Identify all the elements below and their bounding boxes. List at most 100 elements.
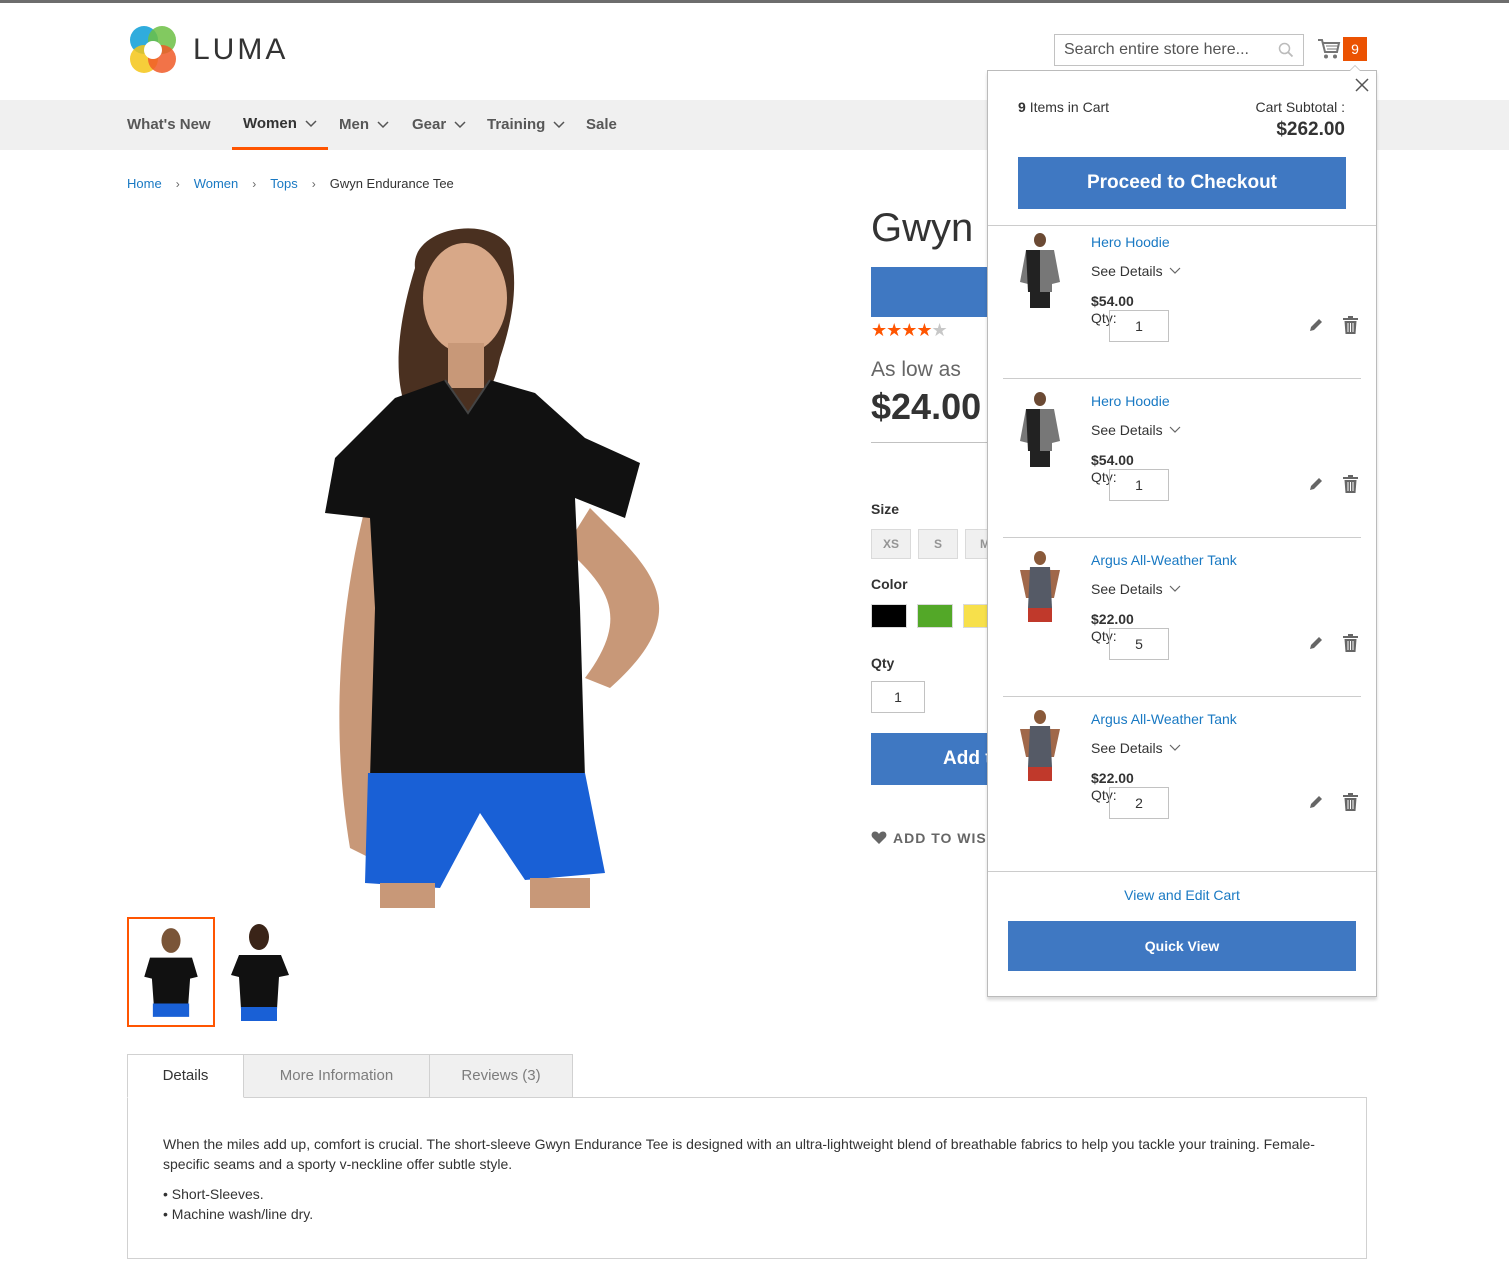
size-option-s[interactable]: S — [918, 529, 958, 559]
color-label: Color — [871, 576, 908, 592]
quick-view-button[interactable]: Quick View — [1008, 921, 1356, 971]
cart-item-qty-input[interactable]: 2 — [1109, 787, 1169, 819]
breadcrumb-home[interactable]: Home — [127, 176, 162, 191]
product-thumbnail[interactable] — [1012, 230, 1068, 310]
chevron-down-icon — [1169, 426, 1181, 433]
nav-item-gear[interactable]: Gear — [412, 100, 466, 150]
see-details-label: See Details — [1091, 263, 1163, 279]
minicart-item-count: 9 Items in Cart — [1018, 99, 1109, 115]
divider — [871, 442, 991, 443]
chevron-down-icon — [305, 119, 317, 127]
search-box[interactable] — [1054, 34, 1304, 66]
add-to-wishlist-link[interactable]: ADD TO WISH LIST — [871, 830, 989, 846]
chevron-down-icon — [1169, 267, 1181, 274]
nav-item-training[interactable]: Training — [487, 100, 565, 150]
cart-item-name[interactable]: Argus All-Weather Tank — [1091, 552, 1237, 568]
cart-count-badge[interactable]: 9 — [1343, 37, 1367, 61]
nav-label: Men — [339, 116, 369, 133]
search-icon[interactable] — [1278, 42, 1294, 58]
subtotal-value: $262.00 — [1276, 119, 1345, 140]
cart-item: Argus All-Weather Tank See Details $22.0… — [1003, 538, 1361, 697]
product-thumbnail[interactable] — [1012, 548, 1068, 628]
see-details-toggle[interactable]: See Details — [1091, 422, 1181, 438]
breadcrumb: Home › Women › Tops › Gwyn Endurance Tee — [127, 176, 454, 191]
tab-panel-details: When the miles add up, comfort is crucia… — [127, 1097, 1367, 1259]
cart-item-price: $54.00 — [1091, 452, 1134, 468]
wishlist-label: ADD TO WISH LIST — [893, 830, 989, 846]
luma-logo[interactable]: LUMA — [127, 24, 288, 76]
see-details-label: See Details — [1091, 581, 1163, 597]
thumbnail-image — [144, 928, 198, 1017]
see-details-label: See Details — [1091, 740, 1163, 756]
tab-details[interactable]: Details — [127, 1054, 244, 1098]
cart-item-qty-input[interactable]: 5 — [1109, 628, 1169, 660]
qty-input[interactable]: 1 — [871, 681, 925, 713]
thumbnail-back[interactable] — [215, 917, 303, 1027]
product-price: $24.00 — [871, 386, 982, 427]
tab-more-information[interactable]: More Information — [243, 1054, 430, 1098]
view-and-edit-cart-link[interactable]: View and Edit Cart — [988, 887, 1376, 903]
nav-label: Sale — [586, 116, 617, 133]
tab-reviews[interactable]: Reviews (3) — [429, 1054, 573, 1098]
chevron-down-icon — [1169, 585, 1181, 592]
chevron-right-icon: › — [311, 176, 316, 191]
chevron-down-icon — [377, 121, 389, 129]
nav-item-women[interactable]: Women — [232, 100, 328, 150]
see-details-toggle[interactable]: See Details — [1091, 740, 1181, 756]
cart-item-qty-input[interactable]: 1 — [1109, 469, 1169, 501]
count-label: Items in Cart — [1029, 99, 1110, 115]
product-thumbnail[interactable] — [1012, 389, 1068, 469]
pencil-icon[interactable] — [1308, 635, 1324, 651]
feature-item: Short-Sleeves. — [163, 1184, 1331, 1204]
proceed-to-checkout-button[interactable]: Proceed to Checkout — [1018, 157, 1346, 209]
nav-item-whats-new[interactable]: What's New — [127, 100, 211, 150]
breadcrumb-tops[interactable]: Tops — [270, 176, 297, 191]
heart-icon — [871, 831, 887, 844]
cart-item-name[interactable]: Hero Hoodie — [1091, 234, 1170, 250]
qty-label: Qty — [871, 655, 895, 671]
nav-label: Gear — [412, 116, 447, 133]
brand-name: LUMA — [193, 33, 289, 66]
see-details-toggle[interactable]: See Details — [1091, 581, 1181, 597]
close-icon[interactable] — [1353, 76, 1371, 94]
trash-icon[interactable] — [1343, 793, 1358, 811]
pencil-icon[interactable] — [1308, 794, 1324, 810]
top-border — [0, 0, 1509, 3]
thumbnail-front[interactable] — [127, 917, 215, 1027]
cart-item: Hero Hoodie See Details $54.00 Qty: 1 — [1003, 379, 1361, 538]
cart-item-price: $54.00 — [1091, 293, 1134, 309]
cart-item-name[interactable]: Argus All-Weather Tank — [1091, 711, 1237, 727]
nav-item-men[interactable]: Men — [339, 100, 389, 150]
color-option-green[interactable] — [917, 604, 953, 628]
cart-icon[interactable] — [1317, 38, 1341, 60]
nav-label: Women — [243, 114, 297, 132]
nav-label: Training — [487, 116, 546, 133]
breadcrumb-current: Gwyn Endurance Tee — [329, 176, 454, 191]
trash-icon[interactable] — [1343, 316, 1358, 334]
see-details-toggle[interactable]: See Details — [1091, 263, 1181, 279]
breadcrumb-women[interactable]: Women — [194, 176, 239, 191]
add-to-cart-button[interactable]: Add to Cart — [871, 733, 991, 785]
trash-icon[interactable] — [1343, 634, 1358, 652]
cart-item: Argus All-Weather Tank See Details $22.0… — [1003, 697, 1361, 856]
trash-icon[interactable] — [1343, 475, 1358, 493]
product-action-bar — [871, 267, 991, 317]
chevron-down-icon — [553, 121, 565, 129]
chevron-right-icon: › — [175, 176, 180, 191]
product-main-image[interactable] — [310, 208, 710, 908]
color-option-black[interactable] — [871, 604, 907, 628]
cart-item-qty-input[interactable]: 1 — [1109, 310, 1169, 342]
product-thumbnail[interactable] — [1012, 707, 1068, 787]
pencil-icon[interactable] — [1308, 317, 1324, 333]
pencil-icon[interactable] — [1308, 476, 1324, 492]
minicart-dropdown: 9 Items in Cart Cart Subtotal : $262.00 … — [987, 65, 1377, 997]
product-features: Short-Sleeves. Machine wash/line dry. — [163, 1184, 1331, 1224]
subtotal-label: Cart Subtotal : — [1255, 99, 1346, 115]
nav-item-sale[interactable]: Sale — [586, 100, 617, 150]
size-option-xs[interactable]: XS — [871, 529, 911, 559]
cart-item-name[interactable]: Hero Hoodie — [1091, 393, 1170, 409]
feature-item: Machine wash/line dry. — [163, 1204, 1331, 1224]
rating-stars[interactable]: ★★★★★ — [871, 320, 948, 341]
search-input[interactable] — [1055, 35, 1265, 65]
chevron-down-icon — [454, 121, 466, 129]
